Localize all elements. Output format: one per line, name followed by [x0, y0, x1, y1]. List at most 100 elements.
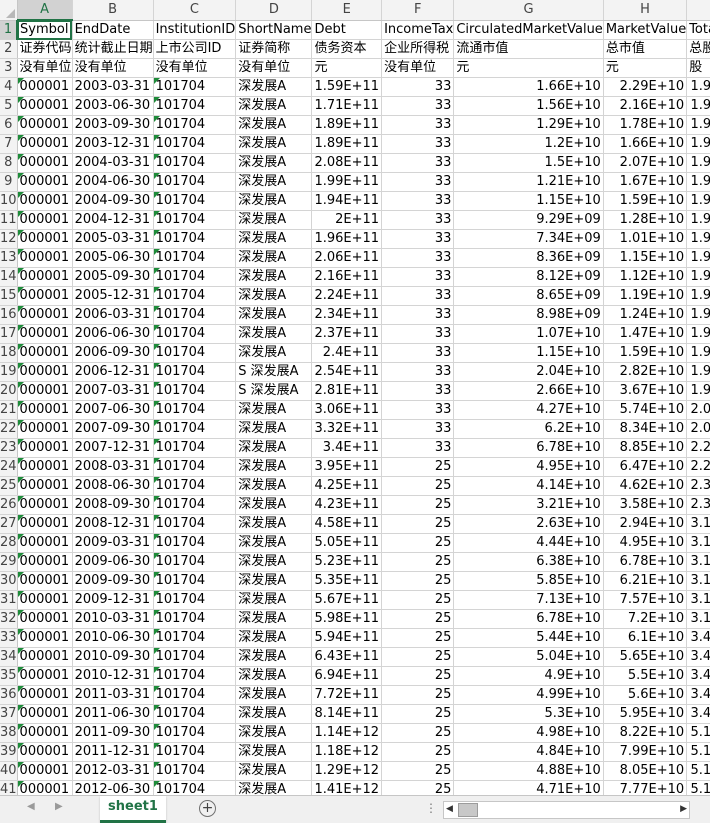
row-header-34[interactable]: 34 — [0, 647, 18, 667]
cell-i26[interactable]: 2.39E+09 — [686, 495, 710, 515]
cell-d19[interactable]: S 深发展A — [235, 362, 313, 382]
cell-i25[interactable]: 2.39E+09 — [686, 476, 710, 496]
cell-b9[interactable]: 2004-06-30 — [72, 172, 154, 192]
cell-d15[interactable]: 深发展A — [235, 286, 313, 306]
cell-f40[interactable]: 25 — [381, 761, 455, 781]
cell-e39[interactable]: 1.18E+12 — [311, 742, 383, 762]
row-header-11[interactable]: 11 — [0, 210, 18, 230]
cell-i30[interactable]: 3.11E+09 — [686, 571, 710, 591]
cell-c37[interactable]: 101704 — [153, 704, 237, 724]
cell-i11[interactable]: 1.95E+09 — [686, 210, 710, 230]
cell-c32[interactable]: 101704 — [153, 609, 237, 629]
cell-i21[interactable]: 2.09E+09 — [686, 400, 710, 420]
cell-c8[interactable]: 101704 — [153, 153, 237, 173]
cell-d38[interactable]: 深发展A — [235, 723, 313, 743]
row-header-1[interactable]: 1 — [0, 20, 19, 40]
row-header-16[interactable]: 16 — [0, 305, 18, 325]
cell-b18[interactable]: 2006-09-30 — [72, 343, 154, 363]
cell-g40[interactable]: 4.88E+10 — [453, 761, 604, 781]
horizontal-scrollbar[interactable]: ◀ ▶ — [443, 801, 690, 819]
cell-b15[interactable]: 2005-12-31 — [72, 286, 154, 306]
cell-i35[interactable]: 3.49E+09 — [686, 666, 710, 686]
scrollbar-thumb[interactable] — [458, 803, 478, 817]
cell-c18[interactable]: 101704 — [153, 343, 237, 363]
row-header-3[interactable]: 3 — [0, 58, 18, 78]
cell-f5[interactable]: 33 — [381, 96, 455, 116]
cell-d30[interactable]: 深发展A — [235, 571, 313, 591]
cell-b38[interactable]: 2011-09-30 — [72, 723, 154, 743]
row-header-27[interactable]: 27 — [0, 514, 18, 534]
cell-g24[interactable]: 4.95E+10 — [453, 457, 604, 477]
column-header-e[interactable]: E — [311, 0, 383, 21]
cell-c4[interactable]: 101704 — [153, 77, 237, 97]
cell-c22[interactable]: 101704 — [153, 419, 237, 439]
cell-i8[interactable]: 1.95E+09 — [686, 153, 710, 173]
cell-c7[interactable]: 101704 — [153, 134, 237, 154]
cell-f24[interactable]: 25 — [381, 457, 455, 477]
cell-b4[interactable]: 2003-03-31 — [72, 77, 154, 97]
cell-h21[interactable]: 5.74E+10 — [603, 400, 688, 420]
cell-e2[interactable]: 债务资本 — [311, 39, 383, 59]
select-all-corner[interactable] — [0, 0, 18, 21]
cell-e27[interactable]: 4.58E+11 — [311, 514, 383, 534]
cell-c12[interactable]: 101704 — [153, 229, 237, 249]
cell-d14[interactable]: 深发展A — [235, 267, 313, 287]
cell-c35[interactable]: 101704 — [153, 666, 237, 686]
cell-c33[interactable]: 101704 — [153, 628, 237, 648]
cell-a4[interactable]: 000001 — [17, 77, 73, 97]
cell-c5[interactable]: 101704 — [153, 96, 237, 116]
cell-e6[interactable]: 1.89E+11 — [311, 115, 383, 135]
cell-b20[interactable]: 2007-03-31 — [72, 381, 154, 401]
cell-a17[interactable]: 000001 — [17, 324, 73, 344]
cell-a1[interactable]: Symbol — [17, 20, 73, 40]
row-header-32[interactable]: 32 — [0, 609, 18, 629]
cell-d29[interactable]: 深发展A — [235, 552, 313, 572]
cell-h1[interactable]: MarketValue — [603, 20, 688, 40]
cell-h39[interactable]: 7.99E+10 — [603, 742, 688, 762]
cell-g27[interactable]: 2.63E+10 — [453, 514, 604, 534]
cell-i33[interactable]: 3.49E+09 — [686, 628, 710, 648]
cell-g32[interactable]: 6.78E+10 — [453, 609, 604, 629]
row-header-2[interactable]: 2 — [0, 39, 18, 59]
cell-b1[interactable]: EndDate — [72, 20, 154, 40]
cell-e36[interactable]: 7.72E+11 — [311, 685, 383, 705]
cell-i19[interactable]: 1.95E+09 — [686, 362, 710, 382]
cell-i12[interactable]: 1.95E+09 — [686, 229, 710, 249]
cell-d17[interactable]: 深发展A — [235, 324, 313, 344]
cell-h17[interactable]: 1.47E+10 — [603, 324, 688, 344]
cell-b39[interactable]: 2011-12-31 — [72, 742, 154, 762]
cell-e3[interactable]: 元 — [311, 58, 383, 78]
cell-e5[interactable]: 1.71E+11 — [311, 96, 383, 116]
tab-split-handle-icon[interactable]: ⋮ — [425, 801, 437, 815]
cell-i29[interactable]: 3.11E+09 — [686, 552, 710, 572]
cell-g39[interactable]: 4.84E+10 — [453, 742, 604, 762]
cell-c17[interactable]: 101704 — [153, 324, 237, 344]
cell-f14[interactable]: 33 — [381, 267, 455, 287]
cell-d12[interactable]: 深发展A — [235, 229, 313, 249]
column-header-h[interactable]: H — [603, 0, 688, 21]
row-header-9[interactable]: 9 — [0, 172, 18, 192]
cell-e26[interactable]: 4.23E+11 — [311, 495, 383, 515]
cell-c13[interactable]: 101704 — [153, 248, 237, 268]
cell-f37[interactable]: 25 — [381, 704, 455, 724]
cell-c3[interactable]: 没有单位 — [153, 58, 237, 78]
row-header-24[interactable]: 24 — [0, 457, 18, 477]
cell-d3[interactable]: 没有单位 — [235, 58, 313, 78]
cell-b33[interactable]: 2010-06-30 — [72, 628, 154, 648]
cell-d28[interactable]: 深发展A — [235, 533, 313, 553]
cell-e19[interactable]: 2.54E+11 — [311, 362, 383, 382]
cell-e30[interactable]: 5.35E+11 — [311, 571, 383, 591]
cell-f25[interactable]: 25 — [381, 476, 455, 496]
cell-h19[interactable]: 2.82E+10 — [603, 362, 688, 382]
cell-a14[interactable]: 000001 — [17, 267, 73, 287]
cell-e40[interactable]: 1.29E+12 — [311, 761, 383, 781]
cell-c9[interactable]: 101704 — [153, 172, 237, 192]
cell-e7[interactable]: 1.89E+11 — [311, 134, 383, 154]
cell-a22[interactable]: 000001 — [17, 419, 73, 439]
cell-a13[interactable]: 000001 — [17, 248, 73, 268]
cell-c28[interactable]: 101704 — [153, 533, 237, 553]
cell-a8[interactable]: 000001 — [17, 153, 73, 173]
cell-d37[interactable]: 深发展A — [235, 704, 313, 724]
cell-c16[interactable]: 101704 — [153, 305, 237, 325]
cell-c31[interactable]: 101704 — [153, 590, 237, 610]
